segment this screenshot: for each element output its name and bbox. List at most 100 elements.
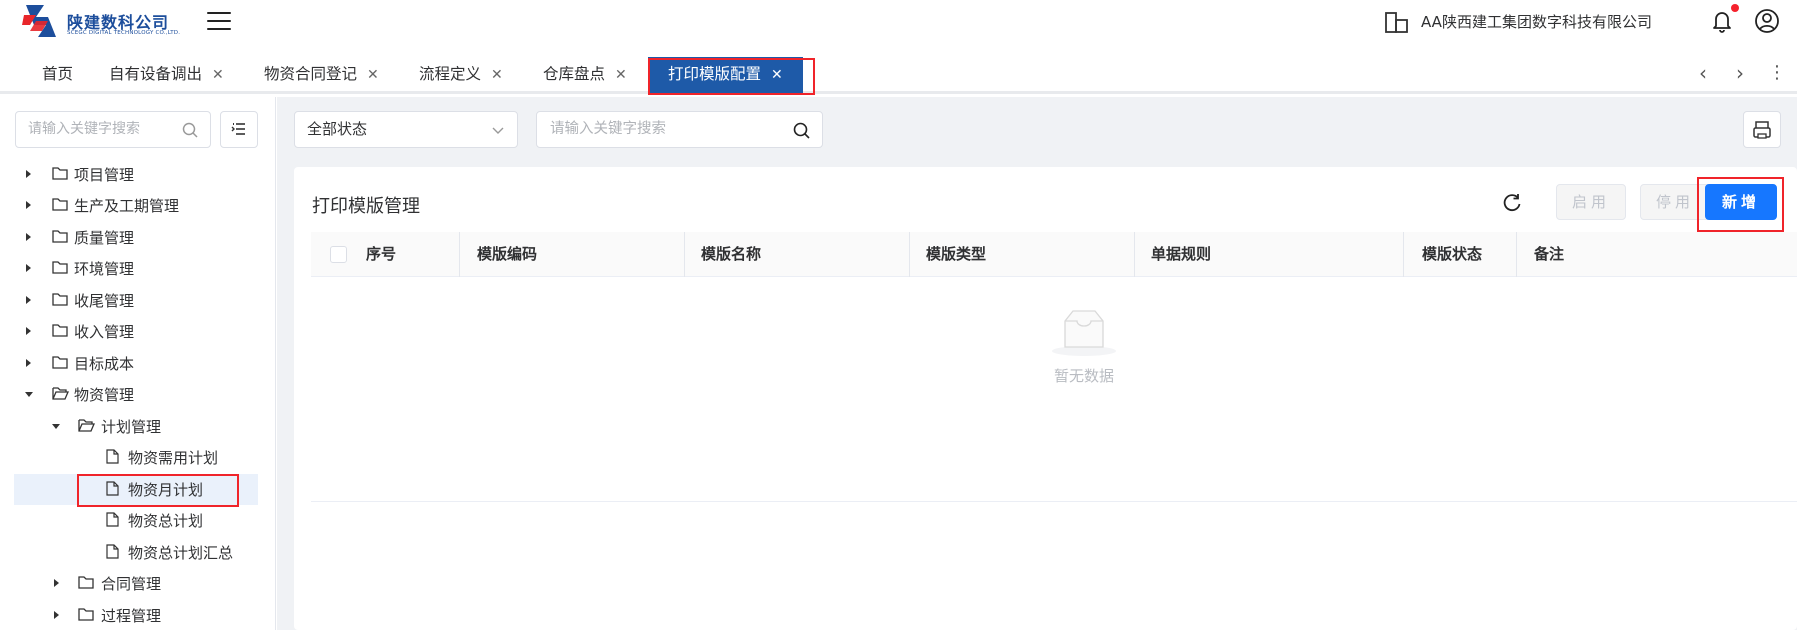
caret-right-icon[interactable] (26, 327, 31, 335)
folder-icon (52, 293, 68, 306)
notification-badge (1731, 4, 1739, 12)
select-all-checkbox[interactable] (330, 246, 347, 263)
tree-item-target-cost[interactable]: 目标成本 (14, 348, 258, 379)
left-tree-panel: 请输入关键字搜索 项目管理 生产及工期管理 质量管理 环境管理 收尾管理 收入管… (0, 97, 276, 630)
close-icon[interactable]: ✕ (615, 67, 627, 83)
file-icon (106, 544, 119, 559)
chevron-down-icon (492, 127, 504, 134)
caret-right-icon[interactable] (26, 296, 31, 304)
caret-right-icon[interactable] (54, 579, 59, 587)
tree-item-label: 质量管理 (74, 229, 135, 247)
logo-subtitle: SCEGC DIGITAL TECHNOLOGY CO.,LTD. (67, 30, 181, 36)
column-divider[interactable] (1403, 232, 1404, 277)
tab-print-template-config[interactable]: 打印模版配置 ✕ (648, 57, 803, 93)
tree-item-label: 计划管理 (101, 418, 162, 436)
tree-item-closeout-management[interactable]: 收尾管理 (14, 285, 258, 316)
tree-item-label: 收尾管理 (74, 292, 135, 310)
tree-item-label: 项目管理 (74, 166, 135, 184)
tree-item-quality-management[interactable]: 质量管理 (14, 222, 258, 253)
empty-state: 暂无数据 (1034, 309, 1134, 386)
close-icon[interactable]: ✕ (212, 67, 224, 83)
tab-equipment-transfer[interactable]: 自有设备调出 ✕ (109, 57, 224, 91)
tree-item-environment-management[interactable]: 环境管理 (14, 253, 258, 284)
folder-open-icon (78, 419, 95, 432)
status-filter-select[interactable]: 全部状态 (294, 111, 518, 148)
tree-item-label: 过程管理 (101, 607, 162, 625)
caret-right-icon[interactable] (26, 170, 31, 178)
tree-item-material-master-plan-summary[interactable]: 物资总计划汇总 (14, 537, 258, 568)
caret-right-icon[interactable] (26, 359, 31, 367)
notification-bell-icon[interactable] (1710, 8, 1734, 34)
tree-item-material-demand-plan[interactable]: 物资需用计划 (14, 442, 258, 473)
column-divider[interactable] (684, 232, 685, 277)
company-logo[interactable]: 陕建数科公司 SCEGC DIGITAL TECHNOLOGY CO.,LTD. (22, 2, 182, 42)
column-header-template-code: 模版编码 (477, 245, 538, 263)
tree-item-label: 目标成本 (74, 355, 135, 373)
column-divider[interactable] (459, 232, 460, 277)
enable-button[interactable]: 启用 (1556, 184, 1626, 220)
print-settings-button[interactable] (1743, 111, 1781, 148)
column-header-document-rule: 单据规则 (1151, 245, 1212, 263)
printer-icon (1753, 121, 1771, 139)
close-icon[interactable]: ✕ (367, 67, 379, 83)
folder-icon (78, 608, 94, 621)
status-filter-value: 全部状态 (307, 120, 368, 138)
tree-item-label: 物资月计划 (128, 481, 204, 499)
caret-down-icon[interactable] (52, 424, 60, 429)
folder-icon (52, 324, 68, 337)
caret-right-icon[interactable] (26, 264, 31, 272)
file-icon (106, 449, 119, 464)
chevron-left-icon[interactable]: ‹ (1692, 62, 1714, 86)
close-icon[interactable]: ✕ (771, 67, 783, 83)
search-icon[interactable] (793, 122, 810, 139)
caret-right-icon[interactable] (54, 611, 59, 619)
table-bottom-border (311, 501, 1797, 502)
tree-item-material-monthly-plan[interactable]: 物资月计划 (14, 474, 258, 505)
folder-open-icon (52, 387, 69, 400)
main-content: 全部状态 请输入关键字搜索 打印模版管理 启用 停用 新增 序号 模版编码 模版… (277, 97, 1797, 630)
disable-button[interactable]: 停用 (1640, 184, 1710, 220)
caret-right-icon[interactable] (26, 201, 31, 209)
folder-icon (52, 261, 68, 274)
tree-item-process-management[interactable]: 过程管理 (14, 600, 258, 631)
tab-label: 首页 (42, 65, 74, 83)
tree-item-contract-management[interactable]: 合同管理 (14, 568, 258, 599)
card-title: 打印模版管理 (312, 196, 420, 217)
user-avatar-icon[interactable] (1754, 8, 1780, 34)
folder-icon (78, 576, 94, 589)
tab-warehouse-inventory[interactable]: 仓库盘点 ✕ (543, 57, 627, 91)
tree-item-project-management[interactable]: 项目管理 (14, 159, 258, 190)
tree-item-plan-management[interactable]: 计划管理 (14, 411, 258, 442)
folder-icon (52, 230, 68, 243)
tree-search-placeholder: 请输入关键字搜索 (28, 121, 140, 137)
tree-item-revenue-management[interactable]: 收入管理 (14, 316, 258, 347)
caret-right-icon[interactable] (26, 233, 31, 241)
table-header: 序号 模版编码 模版名称 模版类型 单据规则 模版状态 备注 (311, 232, 1797, 277)
tree-expand-toggle-button[interactable] (220, 111, 258, 148)
chevron-right-icon[interactable]: › (1729, 62, 1751, 86)
file-icon (106, 512, 119, 527)
column-divider[interactable] (1134, 232, 1135, 277)
refresh-icon[interactable] (1501, 192, 1523, 214)
tab-material-contract[interactable]: 物资合同登记 ✕ (264, 57, 379, 91)
column-divider[interactable] (909, 232, 910, 277)
column-header-template-status: 模版状态 (1422, 245, 1483, 263)
tree-item-label: 环境管理 (74, 260, 135, 278)
column-divider[interactable] (1516, 232, 1517, 277)
menu-toggle-icon[interactable] (207, 10, 231, 32)
tree-item-production-schedule[interactable]: 生产及工期管理 (14, 190, 258, 221)
caret-down-icon[interactable] (25, 392, 33, 397)
more-vertical-icon[interactable]: ⋮ (1766, 62, 1788, 86)
tree-item-material-management[interactable]: 物资管理 (14, 379, 258, 410)
close-icon[interactable]: ✕ (491, 67, 503, 83)
tab-bar: 首页 自有设备调出 ✕ 物资合同登记 ✕ 流程定义 ✕ 仓库盘点 ✕ 打印模版配置 ✕ (0, 57, 1797, 94)
organization-name[interactable]: AA陕西建工集团数字科技有限公司 (1421, 11, 1652, 32)
add-template-button[interactable]: 新增 (1705, 184, 1777, 220)
keyword-search-input[interactable]: 请输入关键字搜索 (536, 111, 823, 148)
empty-state-text: 暂无数据 (1053, 367, 1114, 385)
column-header-template-name: 模版名称 (701, 245, 762, 263)
tree-item-material-master-plan[interactable]: 物资总计划 (14, 505, 258, 536)
tab-home[interactable]: 首页 (42, 57, 73, 91)
tree-search-input[interactable]: 请输入关键字搜索 (15, 111, 211, 148)
tab-process-definition[interactable]: 流程定义 ✕ (419, 57, 503, 91)
